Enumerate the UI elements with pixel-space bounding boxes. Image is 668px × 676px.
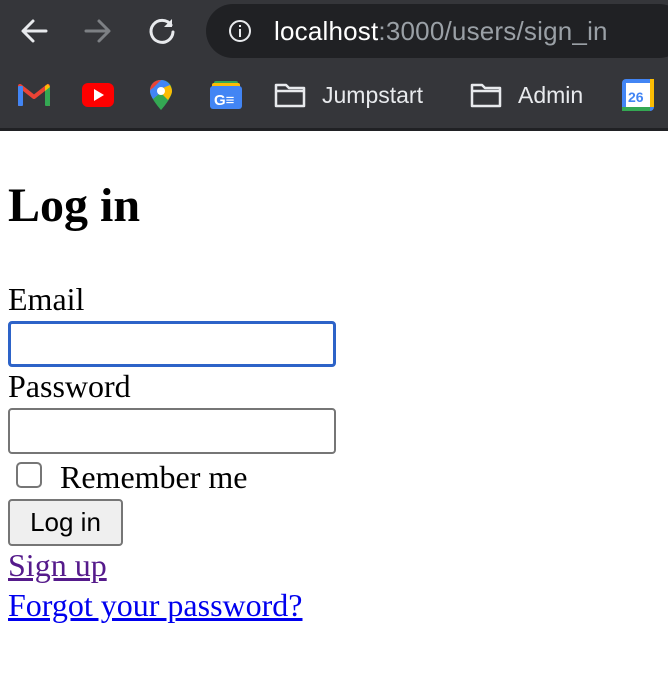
bookmark-label: Admin — [518, 81, 584, 108]
forward-arrow-icon — [84, 19, 111, 43]
remember-me-label[interactable]: Remember me — [60, 459, 247, 495]
svg-text:26: 26 — [628, 89, 644, 105]
gmail-icon — [18, 84, 50, 106]
back-arrow-icon — [21, 19, 48, 43]
bookmark-label: Jumpstart — [322, 81, 423, 108]
folder-icon — [470, 83, 502, 108]
bookmark-maps[interactable] — [150, 80, 172, 110]
url-host: localhost — [274, 16, 379, 46]
google-news-icon: G≡ — [210, 81, 242, 109]
reload-icon — [149, 18, 175, 44]
forgot-password-link[interactable]: Forgot your password? — [8, 587, 303, 623]
login-button[interactable]: Log in — [8, 499, 123, 546]
google-calendar-icon: 26 — [622, 79, 654, 111]
browser-chrome: localhost:3000/users/sign_in G≡ Jumpstar… — [0, 0, 668, 131]
bookmark-calendar[interactable]: 26 — [622, 79, 654, 111]
bookmarks-bar: G≡ Jumpstart Admin 26 — [0, 62, 668, 128]
url-text[interactable]: localhost:3000/users/sign_in — [274, 16, 608, 47]
folder-icon — [274, 83, 306, 108]
password-label: Password — [8, 368, 131, 404]
info-icon[interactable] — [228, 19, 252, 43]
bookmark-news[interactable]: G≡ — [210, 80, 242, 110]
svg-text:G≡: G≡ — [214, 92, 235, 109]
google-maps-icon — [150, 80, 172, 110]
email-field[interactable] — [8, 321, 336, 367]
address-bar[interactable]: localhost:3000/users/sign_in — [206, 4, 668, 58]
youtube-icon — [82, 83, 114, 107]
reload-button[interactable] — [144, 13, 180, 49]
bookmark-gmail[interactable] — [18, 80, 50, 110]
password-field[interactable] — [8, 408, 336, 454]
url-path: :3000/users/sign_in — [378, 16, 608, 46]
bookmark-youtube[interactable] — [82, 80, 114, 110]
email-label: Email — [8, 281, 85, 317]
bookmark-jumpstart[interactable]: Jumpstart — [274, 80, 423, 110]
browser-toolbar: localhost:3000/users/sign_in — [0, 0, 668, 62]
forward-button[interactable] — [80, 13, 116, 49]
remember-me-checkbox[interactable] — [16, 462, 42, 488]
toolbar-divider — [0, 128, 668, 131]
sign-up-link[interactable]: Sign up — [8, 547, 107, 583]
page-title: Log in — [8, 179, 141, 232]
back-button[interactable] — [16, 13, 52, 49]
bookmark-admin[interactable]: Admin — [470, 80, 583, 110]
